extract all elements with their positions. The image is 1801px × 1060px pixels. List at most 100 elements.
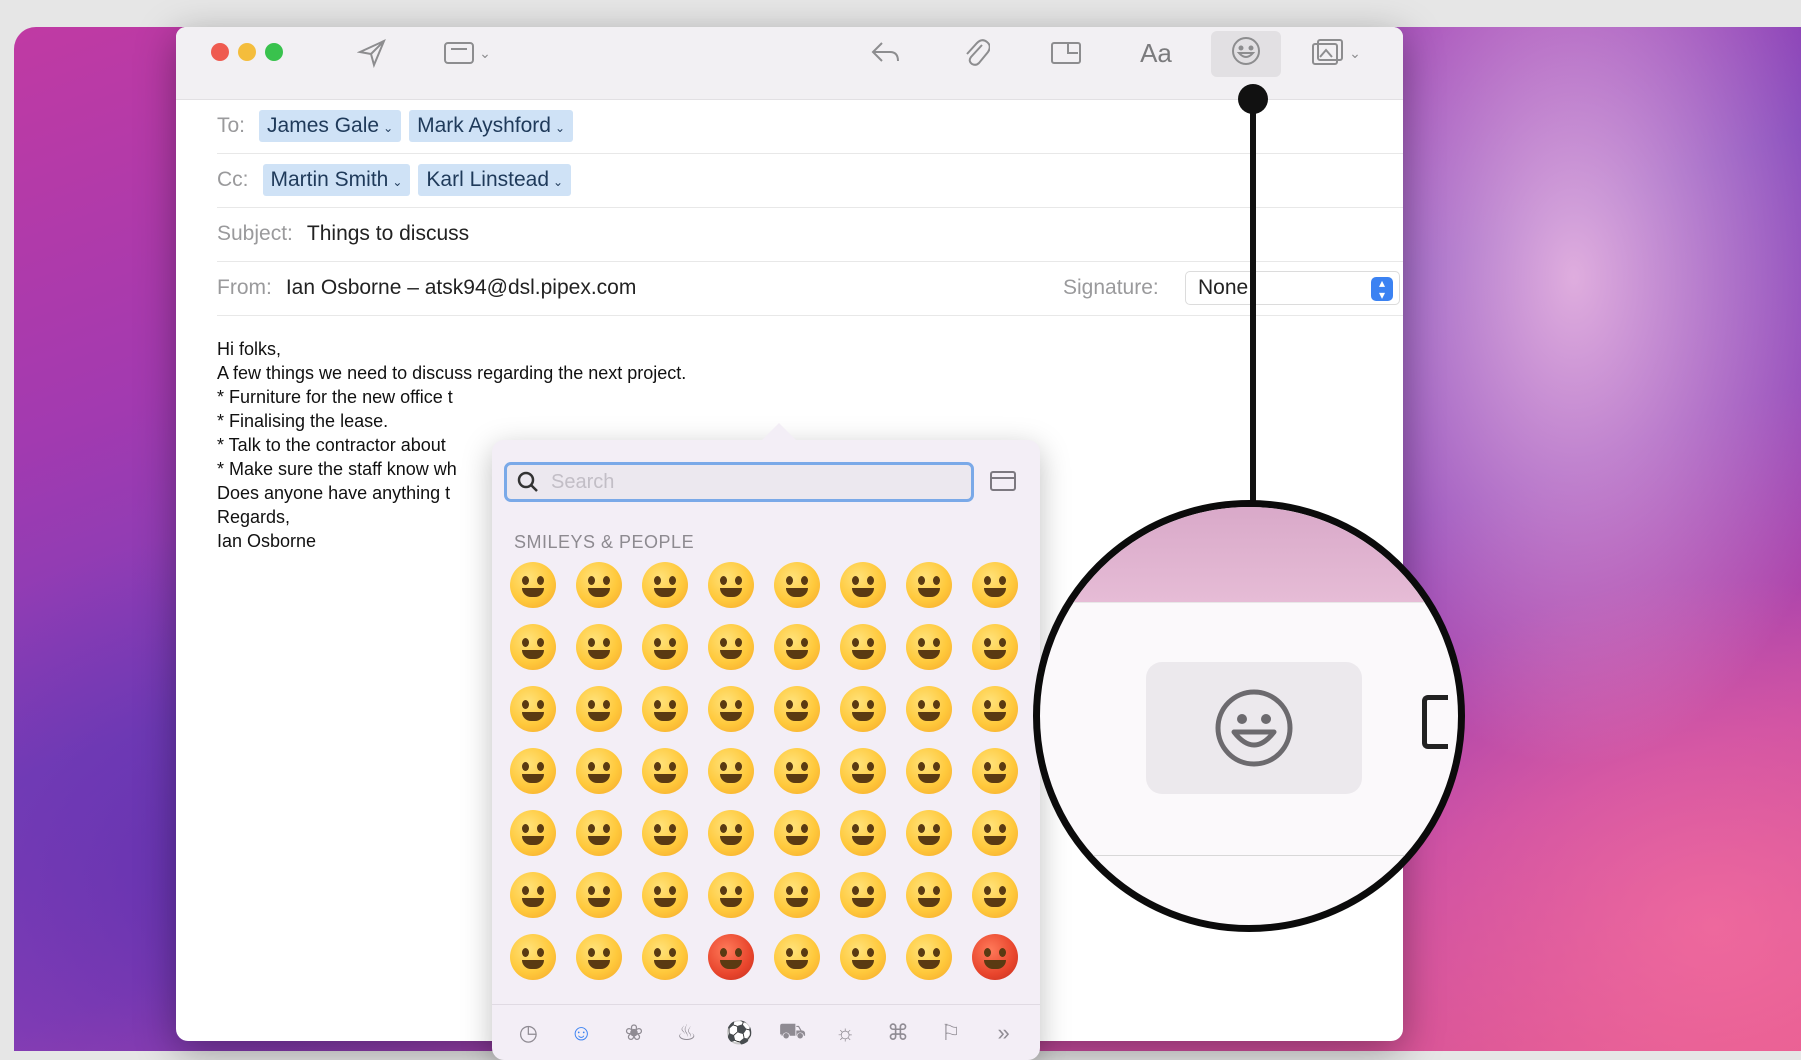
- emoji-cell[interactable]: [774, 624, 820, 670]
- emoji-cell[interactable]: [972, 748, 1018, 794]
- ball-icon[interactable]: ⚽: [725, 1020, 755, 1046]
- emoji-cell[interactable]: [840, 562, 886, 608]
- emoji-cell[interactable]: [642, 934, 688, 980]
- emoji-cell[interactable]: [642, 872, 688, 918]
- emoji-cell[interactable]: [906, 934, 952, 980]
- emoji-cell[interactable]: [906, 562, 952, 608]
- emoji-cell[interactable]: [510, 872, 556, 918]
- emoji-cell[interactable]: [708, 748, 754, 794]
- emoji-cell[interactable]: [510, 748, 556, 794]
- food-icon[interactable]: ♨: [672, 1020, 702, 1046]
- clock-icon[interactable]: ◷: [513, 1020, 543, 1046]
- recipient-chip[interactable]: Karl Linstead ⌄: [418, 164, 572, 196]
- emoji-cell[interactable]: [906, 686, 952, 732]
- emoji-cell[interactable]: [708, 624, 754, 670]
- emoji-cell[interactable]: [774, 562, 820, 608]
- emoji-cell[interactable]: [972, 686, 1018, 732]
- emoji-cell[interactable]: [642, 810, 688, 856]
- emoji-cell[interactable]: [576, 934, 622, 980]
- emoji-cell[interactable]: [510, 810, 556, 856]
- emoji-cell[interactable]: [840, 624, 886, 670]
- recipient-chip[interactable]: Martin Smith ⌄: [262, 164, 411, 196]
- emoji-cell[interactable]: [708, 686, 754, 732]
- symbols-icon[interactable]: ⌘: [883, 1020, 913, 1046]
- cc-field[interactable]: Cc: Martin Smith ⌄ Karl Linstead ⌄: [217, 153, 1403, 208]
- emoji-cell[interactable]: [642, 748, 688, 794]
- emoji-cell[interactable]: [774, 686, 820, 732]
- emoji-cell[interactable]: [576, 562, 622, 608]
- emoji-cell[interactable]: [972, 872, 1018, 918]
- search-placeholder: Search: [551, 470, 615, 493]
- emoji-cell[interactable]: [774, 872, 820, 918]
- emoji-cell[interactable]: [576, 748, 622, 794]
- subject-field[interactable]: Subject: Things to discuss: [217, 207, 1403, 262]
- recipient-chip[interactable]: Mark Ayshford ⌄: [409, 110, 574, 142]
- to-field[interactable]: To: James Gale ⌄ Mark Ayshford ⌄: [217, 99, 1403, 154]
- emoji-cell[interactable]: [708, 934, 754, 980]
- emoji-cell[interactable]: [576, 624, 622, 670]
- more-categories-button[interactable]: »: [989, 1020, 1019, 1046]
- reply-icon[interactable]: [866, 37, 906, 69]
- flag-icon[interactable]: ⚐: [936, 1020, 966, 1046]
- emoji-cell[interactable]: [774, 810, 820, 856]
- zoom-button[interactable]: [265, 43, 283, 61]
- emoji-cell[interactable]: [906, 624, 952, 670]
- emoji-cell[interactable]: [840, 686, 886, 732]
- search-icon: [517, 471, 538, 492]
- header-fields-icon[interactable]: ⌄: [436, 37, 498, 69]
- emoji-cell[interactable]: [840, 748, 886, 794]
- emoji-cell[interactable]: [708, 872, 754, 918]
- smiley-icon[interactable]: ☺: [566, 1020, 596, 1046]
- signature-value: None: [1198, 276, 1249, 299]
- animal-icon[interactable]: ❀: [619, 1020, 649, 1046]
- emoji-cell[interactable]: [972, 624, 1018, 670]
- emoji-cell[interactable]: [840, 810, 886, 856]
- car-icon[interactable]: ⛟: [777, 1018, 807, 1047]
- emoji-cell[interactable]: [840, 872, 886, 918]
- emoji-cell[interactable]: [774, 748, 820, 794]
- emoji-button[interactable]: [1211, 31, 1281, 77]
- emoji-search-input[interactable]: Search: [504, 462, 974, 502]
- emoji-cell[interactable]: [840, 934, 886, 980]
- close-button[interactable]: [211, 43, 229, 61]
- emoji-cell[interactable]: [576, 686, 622, 732]
- character-viewer-icon[interactable]: [990, 470, 1016, 492]
- emoji-button-zoomed: [1146, 662, 1362, 794]
- emoji-cell[interactable]: [708, 810, 754, 856]
- subject-value[interactable]: Things to discuss: [307, 222, 469, 246]
- emoji-picker: Search SMILEYS & PEOPLE ◷ ☺ ❀ ♨ ⚽ ⛟ ☼ ⌘ …: [492, 440, 1040, 1060]
- emoji-cell[interactable]: [708, 562, 754, 608]
- format-button[interactable]: Aa: [1134, 37, 1178, 69]
- body-line: * Finalising the lease.: [217, 411, 389, 431]
- callout-line: [1250, 97, 1256, 507]
- emoji-cell[interactable]: [510, 686, 556, 732]
- markup-icon[interactable]: [1046, 37, 1086, 69]
- recipient-chip[interactable]: James Gale ⌄: [259, 110, 402, 142]
- emoji-cell[interactable]: [642, 686, 688, 732]
- from-label: From:: [217, 276, 272, 299]
- emoji-cell[interactable]: [906, 810, 952, 856]
- minimize-button[interactable]: [238, 43, 256, 61]
- photo-browser-icon[interactable]: ⌄: [1306, 37, 1366, 69]
- lightbulb-icon[interactable]: ☼: [830, 1020, 860, 1046]
- signature-select[interactable]: None ▴ ▾: [1185, 271, 1400, 305]
- emoji-cell[interactable]: [972, 934, 1018, 980]
- subject-label: Subject:: [217, 222, 293, 245]
- emoji-cell[interactable]: [510, 624, 556, 670]
- emoji-cell[interactable]: [510, 934, 556, 980]
- paper-plane-icon[interactable]: [354, 37, 390, 69]
- emoji-cell[interactable]: [774, 934, 820, 980]
- from-field: From: Ian Osborne – atsk94@dsl.pipex.com…: [217, 261, 1403, 316]
- emoji-cell[interactable]: [576, 810, 622, 856]
- emoji-cell[interactable]: [510, 562, 556, 608]
- emoji-cell[interactable]: [642, 624, 688, 670]
- emoji-cell[interactable]: [906, 748, 952, 794]
- emoji-cell[interactable]: [642, 562, 688, 608]
- emoji-cell[interactable]: [972, 810, 1018, 856]
- emoji-cell[interactable]: [906, 872, 952, 918]
- paperclip-icon[interactable]: [956, 37, 996, 69]
- emoji-cell[interactable]: [576, 872, 622, 918]
- toolbar: ⌄ Aa ⌄: [176, 27, 1403, 100]
- from-value[interactable]: Ian Osborne – atsk94@dsl.pipex.com: [286, 276, 637, 300]
- emoji-cell[interactable]: [972, 562, 1018, 608]
